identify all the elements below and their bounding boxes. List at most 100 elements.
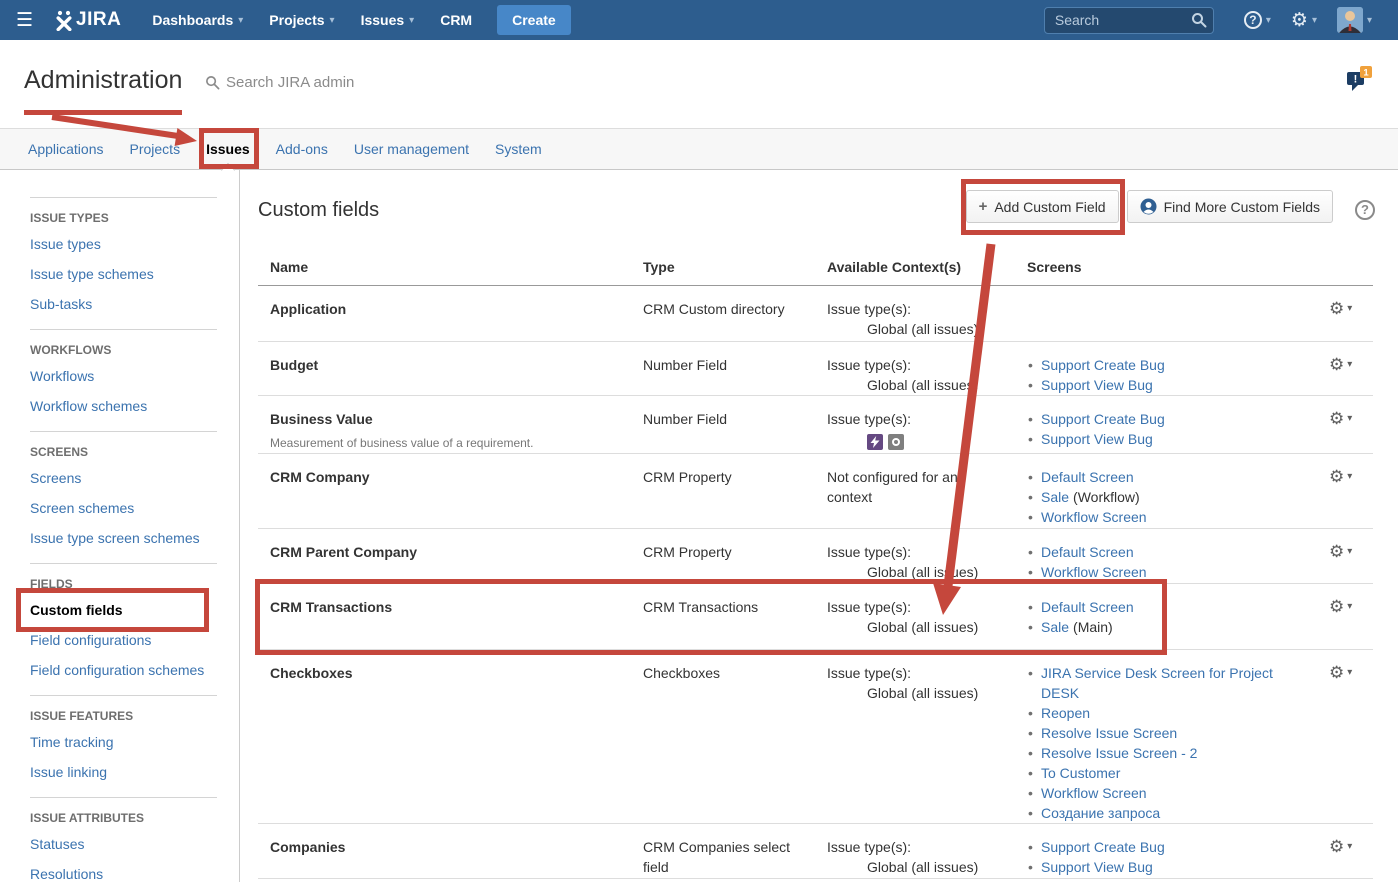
screen-link[interactable]: Default Screen [1041, 469, 1134, 485]
gear-icon: ⚙︎ [1329, 300, 1344, 317]
row-actions-menu[interactable]: ⚙︎▾ [1329, 410, 1352, 427]
sidebar-section-fields: FIELDS Custom fields Field configuration… [30, 563, 217, 695]
context-label: Issue type(s): [827, 409, 1011, 429]
field-type: CRM Transactions [643, 597, 827, 649]
user-profile-menu[interactable]: ▾ [1337, 7, 1372, 33]
screen-link-item: Resolve Issue Screen - 2 [1027, 743, 1287, 763]
tab-user-management[interactable]: User management [354, 141, 469, 157]
screen-link-item: Support View Bug [1027, 857, 1287, 877]
screen-link[interactable]: Support Create Bug [1041, 357, 1165, 373]
column-header-type: Type [643, 259, 827, 275]
sidebar-section-title: WORKFLOWS [30, 341, 217, 361]
custom-fields-table: Name Type Available Context(s) Screens A… [258, 253, 1373, 882]
screen-link[interactable]: Workflow Screen [1041, 509, 1147, 525]
sidebar-item-issue-types[interactable]: Issue types [30, 229, 217, 259]
screen-link[interactable]: Support View Bug [1041, 859, 1153, 875]
jira-logo-mark [55, 10, 73, 31]
sidebar-item-field-configurations[interactable]: Field configurations [30, 625, 217, 655]
field-name: CRM Transactions [270, 599, 392, 615]
sidebar-item-issue-type-schemes[interactable]: Issue type schemes [30, 259, 217, 289]
create-button[interactable]: Create [497, 5, 571, 35]
sidebar-section-title: ISSUE FEATURES [30, 707, 217, 727]
screen-link[interactable]: Reopen [1041, 705, 1090, 721]
screen-link[interactable]: Support Create Bug [1041, 411, 1165, 427]
screen-link[interactable]: Default Screen [1041, 544, 1134, 560]
screen-link-item: Sale(Workflow) [1027, 487, 1287, 507]
screen-link-item: To Customer [1027, 763, 1287, 783]
sidebar-item-issue-linking[interactable]: Issue linking [30, 757, 217, 787]
nav-projects[interactable]: Projects▾ [256, 12, 347, 28]
sidebar-item-resolutions[interactable]: Resolutions [30, 859, 217, 882]
screen-link[interactable]: Default Screen [1041, 599, 1134, 615]
sidebar-item-screens[interactable]: Screens [30, 463, 217, 493]
chevron-down-icon: ▾ [1347, 546, 1352, 557]
row-actions-menu[interactable]: ⚙︎▾ [1329, 664, 1352, 681]
help-menu[interactable]: ? ▾ [1244, 11, 1271, 29]
sidebar-item-workflow-schemes[interactable]: Workflow schemes [30, 391, 217, 421]
admin-sidebar: ISSUE TYPES Issue types Issue type schem… [0, 170, 240, 882]
admin-settings-menu[interactable]: ⚙︎ ▾ [1291, 11, 1317, 30]
row-actions-menu[interactable]: ⚙︎▾ [1329, 598, 1352, 615]
screen-link[interactable]: Support View Bug [1041, 431, 1153, 447]
screen-link[interactable]: Resolve Issue Screen [1041, 725, 1177, 741]
feedback-notification-icon[interactable]: ! 1 [1344, 66, 1372, 96]
screen-link[interactable]: Sale [1041, 489, 1069, 505]
notification-badge: 1 [1363, 68, 1369, 79]
row-actions-menu[interactable]: ⚙︎▾ [1329, 468, 1352, 485]
app-switcher-icon[interactable]: ☰ [16, 9, 33, 32]
tab-issues[interactable]: Issues [206, 141, 250, 157]
screen-link-item: Workflow Screen [1027, 562, 1287, 582]
row-actions-menu[interactable]: ⚙︎▾ [1329, 300, 1352, 317]
screen-link-item: Sale(Main) [1027, 617, 1287, 637]
global-search [1044, 7, 1214, 34]
field-type: CRM Custom directory [643, 299, 827, 341]
screen-link[interactable]: To Customer [1041, 765, 1120, 781]
sidebar-item-sub-tasks[interactable]: Sub-tasks [30, 289, 217, 319]
screen-link[interactable]: Workflow Screen [1041, 785, 1147, 801]
find-more-custom-fields-button[interactable]: Find More Custom Fields [1127, 190, 1333, 223]
add-custom-field-button[interactable]: + Add Custom Field [966, 190, 1119, 223]
row-actions-menu[interactable]: ⚙︎▾ [1329, 838, 1352, 855]
tab-system[interactable]: System [495, 141, 542, 157]
tab-add-ons[interactable]: Add-ons [276, 141, 328, 157]
chevron-down-icon: ▾ [330, 15, 335, 26]
sidebar-item-screen-schemes[interactable]: Screen schemes [30, 493, 217, 523]
ring-issue-type-icon [888, 434, 904, 450]
column-header-name: Name [258, 259, 643, 275]
sidebar-item-time-tracking[interactable]: Time tracking [30, 727, 217, 757]
column-header-screens: Screens [1027, 259, 1303, 275]
row-actions-menu[interactable]: ⚙︎▾ [1329, 543, 1352, 560]
global-search-input[interactable] [1044, 7, 1214, 34]
sidebar-item-custom-fields[interactable]: Custom fields [30, 595, 217, 625]
sidebar-section-title: ISSUE TYPES [30, 209, 217, 229]
sidebar-item-statuses[interactable]: Statuses [30, 829, 217, 859]
nav-crm[interactable]: CRM [427, 12, 485, 28]
admin-search-input[interactable] [226, 74, 446, 91]
sidebar-item-field-configuration-schemes[interactable]: Field configuration schemes [30, 655, 217, 685]
screen-link-item: Создание запроса [1027, 803, 1287, 823]
screen-link-item: Default Screen [1027, 597, 1287, 617]
tab-applications[interactable]: Applications [28, 141, 104, 157]
gear-icon: ⚙︎ [1329, 410, 1344, 427]
help-icon[interactable]: ? [1355, 200, 1375, 220]
table-row: Budget Number Field Issue type(s): Globa… [258, 342, 1373, 396]
field-name: Checkboxes [270, 665, 352, 681]
sidebar-item-workflows[interactable]: Workflows [30, 361, 217, 391]
screen-link[interactable]: Support View Bug [1041, 377, 1153, 393]
screen-link[interactable]: Создание запроса [1041, 805, 1160, 821]
tab-projects[interactable]: Projects [130, 141, 181, 157]
screen-link-item: Support View Bug [1027, 429, 1287, 449]
page-title: Custom fields [258, 199, 379, 222]
field-type: Checkboxes [643, 663, 827, 823]
screen-link[interactable]: Support Create Bug [1041, 839, 1165, 855]
screen-link[interactable]: Workflow Screen [1041, 564, 1147, 580]
admin-search [205, 74, 446, 91]
row-actions-menu[interactable]: ⚙︎▾ [1329, 356, 1352, 373]
screen-link[interactable]: JIRA Service Desk Screen for Project DES… [1041, 665, 1273, 701]
sidebar-item-issue-type-screen-schemes[interactable]: Issue type screen schemes [30, 523, 217, 553]
screen-link[interactable]: Sale [1041, 619, 1069, 635]
jira-logo[interactable]: JIRA [55, 9, 121, 31]
screen-link[interactable]: Resolve Issue Screen - 2 [1041, 745, 1197, 761]
nav-issues[interactable]: Issues▾ [348, 12, 428, 28]
nav-dashboards[interactable]: Dashboards▾ [139, 12, 256, 28]
